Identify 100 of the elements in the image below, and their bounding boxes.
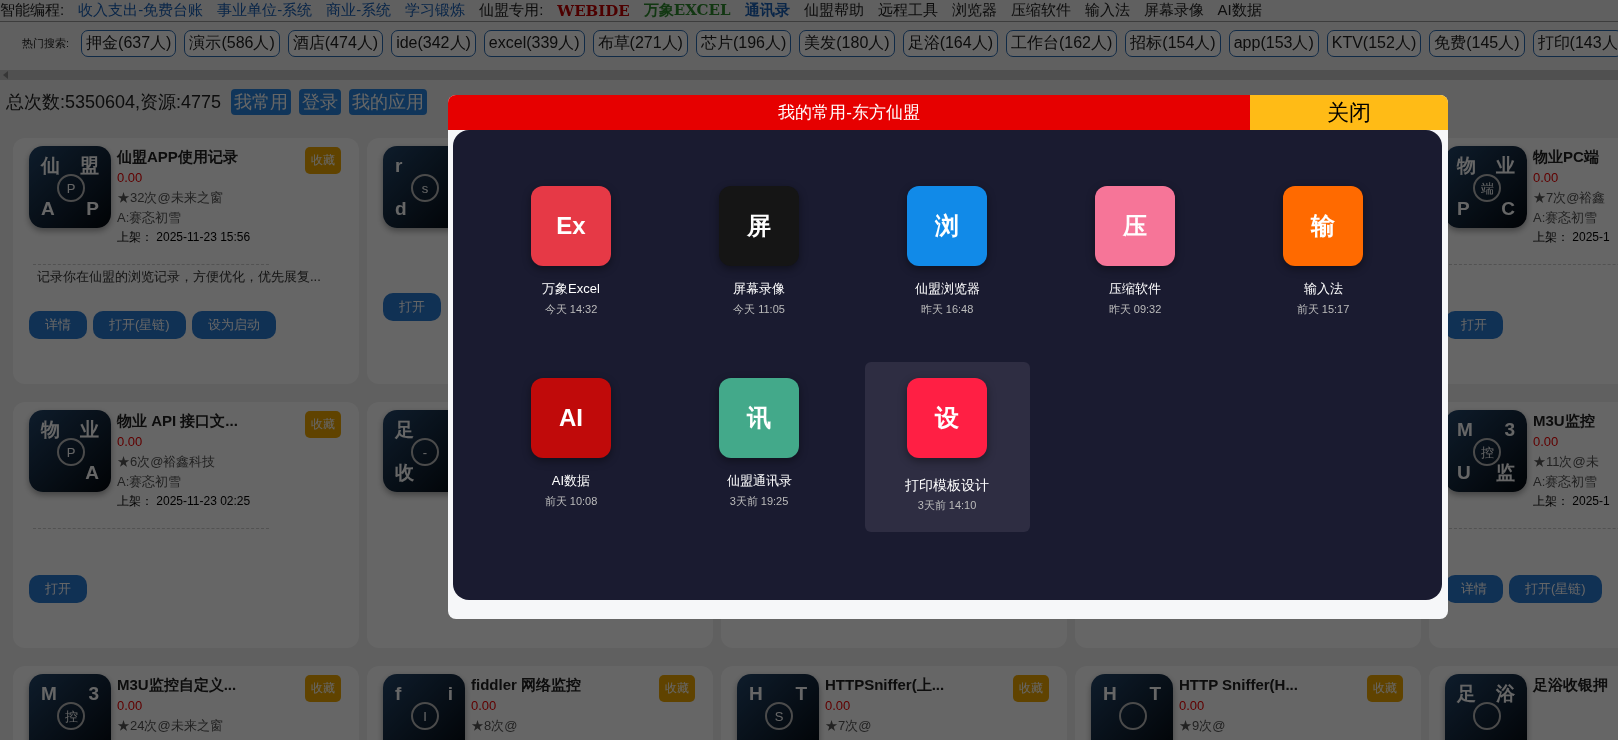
app-price: 0.00	[117, 169, 143, 187]
top-button[interactable]: 我常用	[231, 89, 292, 115]
usage-count: ★8次@	[471, 717, 518, 735]
app-glyph: 输	[1283, 186, 1363, 266]
app-item[interactable]: Ex 万象Excel 今天 14:32	[488, 170, 654, 340]
app-description: 记录你在仙盟的浏览记录，方便优化，优先展复...	[37, 269, 321, 284]
nav-link[interactable]: WEBIDE	[557, 1, 630, 20]
close-button[interactable]: 关闭	[1250, 95, 1448, 130]
tile-letter: 监	[1496, 463, 1515, 482]
app-title: 足浴收银押	[1533, 675, 1608, 695]
app-title: M3U监控	[1533, 411, 1595, 431]
card-button[interactable]: 打开	[1445, 311, 1503, 339]
card-button[interactable]: 打开(星链)	[93, 311, 186, 339]
nav-label: 浏览器	[951, 1, 997, 20]
usage-count: ★11次@未	[1533, 453, 1599, 471]
app-item[interactable]: 设 打印模板设计 3天前 14:10	[864, 362, 1030, 532]
nav-label: 压缩软件	[1010, 1, 1071, 20]
search-tag[interactable]: 足浴(164人)	[902, 29, 998, 57]
search-tag[interactable]: app(153人)	[1228, 29, 1319, 57]
app-title: fiddler 网络监控	[471, 675, 581, 695]
tile-letter: S	[774, 709, 784, 723]
usage-count: ★32次@未来之窗	[117, 189, 223, 207]
search-tag[interactable]: 押金(637人)	[81, 29, 177, 57]
tile-letter: M	[1457, 420, 1473, 439]
app-item[interactable]: AI AI数据 前天 10:08	[488, 362, 654, 532]
search-tag[interactable]: 免费(145人)	[1429, 29, 1525, 57]
app-price: 0.00	[471, 697, 497, 715]
search-tag[interactable]: excel(339人)	[483, 29, 585, 57]
app-glyph: AI	[531, 378, 611, 458]
top-button[interactable]: 登录	[299, 89, 342, 115]
last-used-time: 今天 11:05	[733, 302, 785, 317]
card-button[interactable]: 打开(星链)	[1509, 575, 1602, 603]
tile-letter: H	[749, 684, 763, 703]
nav-label: AI数据	[1217, 1, 1262, 20]
listed-date: 上架： 2025-11-23 02:25	[117, 493, 251, 510]
tile-letter: f	[395, 684, 402, 703]
tile-letter: d	[395, 199, 407, 218]
tile-letter: 业	[80, 420, 99, 439]
listed-date: 上架： 2025-11-23 15:56	[117, 229, 251, 246]
app-name: 仙盟通讯录	[726, 472, 792, 490]
search-tag[interactable]: 芯片(196人)	[695, 29, 792, 57]
search-tag[interactable]: 招标(154人)	[1125, 29, 1221, 57]
app-item[interactable]: 压 压缩软件 昨天 09:32	[1052, 170, 1218, 340]
last-used-time: 前天 15:17	[1296, 302, 1350, 317]
last-used-time: 今天 14:32	[544, 302, 598, 317]
tile-letter: P	[86, 199, 99, 218]
top-button[interactable]: 我的应用	[349, 89, 428, 115]
app-price: 0.00	[117, 697, 143, 715]
last-used-time: 3天前 19:25	[729, 494, 789, 509]
search-tag[interactable]: 美发(180人)	[799, 29, 895, 57]
app-title: HTTPSniffer(上...	[825, 675, 945, 695]
stats-text: 总次数:5350604,资源:4775	[6, 91, 222, 114]
nav-link[interactable]: 通讯录	[744, 1, 790, 20]
app-glyph: 浏	[907, 186, 987, 266]
card-button[interactable]: 打开	[383, 293, 441, 321]
tile-letter: P	[66, 445, 76, 459]
search-tag[interactable]: ide(342人)	[391, 29, 476, 57]
scroll-left-icon[interactable]	[3, 71, 9, 79]
author-text: A:赛忞初雪	[117, 473, 182, 491]
nav-link[interactable]: 收入支出-免费台账	[78, 1, 204, 20]
search-tag[interactable]: 工作台(162人)	[1006, 29, 1118, 57]
nav-link[interactable]: 学习锻炼	[405, 1, 466, 20]
nav-link[interactable]: 事业单位-系统	[217, 1, 313, 20]
horizontal-scrollbar[interactable]	[0, 70, 1618, 80]
tile-letter: 仙	[41, 156, 60, 175]
app-glyph: 设	[907, 378, 987, 458]
search-tag[interactable]: 布草(271人)	[592, 29, 688, 57]
app-name: 打印模板设计	[905, 476, 989, 494]
last-used-time: 昨天 16:48	[920, 302, 974, 317]
author-text: A:赛忞初雪	[1533, 209, 1598, 227]
usage-count: ★9次@	[1179, 717, 1226, 735]
nav-link[interactable]: 万象EXCEL	[643, 1, 731, 20]
tile-letter: 控	[64, 709, 78, 723]
app-item[interactable]: 屏 屏幕录像 今天 11:05	[676, 170, 842, 340]
card-button[interactable]: 详情	[29, 311, 87, 339]
card-button[interactable]: 详情	[1445, 575, 1503, 603]
search-tag[interactable]: 酒店(474人)	[287, 29, 384, 57]
card-button[interactable]: 打开	[29, 575, 87, 603]
app-title: M3U监控自定义...	[117, 675, 237, 695]
last-used-time: 3天前 14:10	[917, 498, 977, 513]
search-tag[interactable]: KTV(152人)	[1326, 29, 1422, 57]
card-button[interactable]: 设为启动	[191, 311, 276, 339]
usage-count: ★6次@裕鑫科技	[117, 453, 216, 471]
app-title: HTTP Sniffer(H...	[1179, 675, 1298, 695]
nav-label: 仙盟帮助	[803, 1, 864, 20]
app-item[interactable]: 浏 仙盟浏览器 昨天 16:48	[864, 170, 1030, 340]
last-used-time: 昨天 09:32	[1108, 302, 1162, 317]
tile-letter: A	[41, 199, 55, 218]
nav-label: 仙盟专用:	[479, 1, 544, 20]
search-tag[interactable]: 打印(143人	[1532, 29, 1618, 57]
tile-letter: T	[795, 684, 807, 703]
app-name: 压缩软件	[1109, 280, 1161, 298]
nav-link[interactable]: 商业-系统	[326, 1, 392, 20]
app-item[interactable]: 输 输入法 前天 15:17	[1240, 170, 1406, 340]
tile-letter: I	[423, 709, 427, 723]
search-tag[interactable]: 演示(586人)	[184, 29, 280, 57]
tile-letter: M	[41, 684, 57, 703]
app-glyph: 讯	[719, 378, 799, 458]
tile-letter: T	[1149, 684, 1161, 703]
app-item[interactable]: 讯 仙盟通讯录 3天前 19:25	[676, 362, 842, 532]
